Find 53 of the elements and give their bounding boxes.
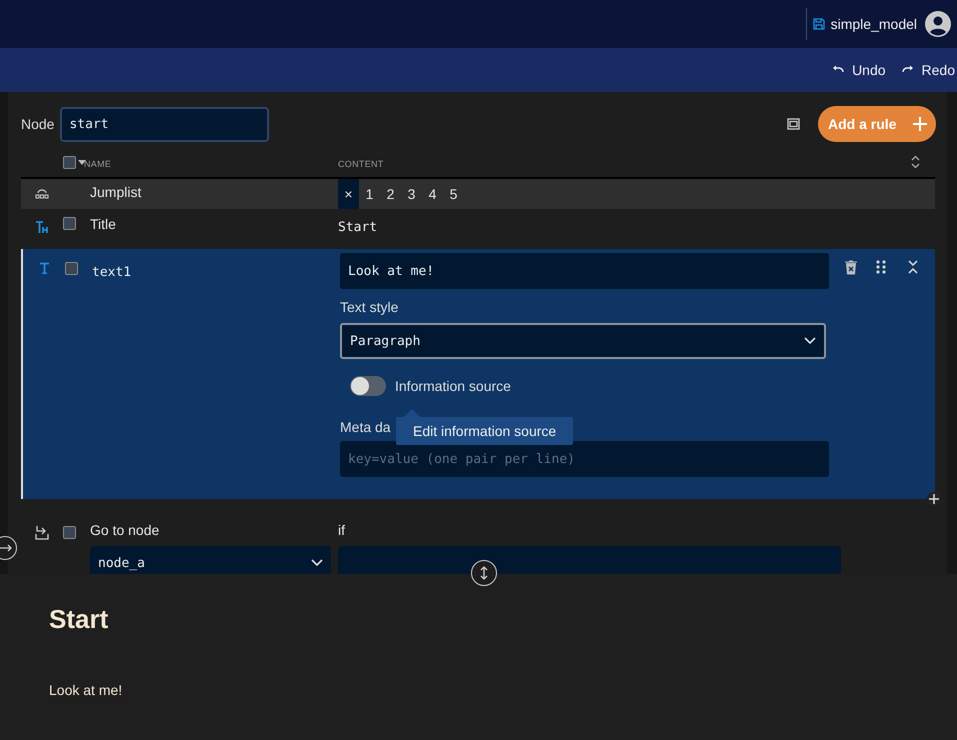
text-field[interactable]: Look at me! bbox=[340, 253, 829, 289]
text-icon bbox=[38, 262, 50, 274]
undo-button[interactable]: Undo bbox=[832, 62, 886, 78]
undo-icon bbox=[832, 65, 844, 75]
collapse-icon[interactable] bbox=[908, 260, 918, 275]
rule-checkbox[interactable] bbox=[63, 217, 76, 230]
style-select[interactable]: Paragraph bbox=[340, 323, 826, 359]
preview-paragraph: Look at me! bbox=[49, 682, 124, 698]
rule-checkbox[interactable] bbox=[63, 526, 76, 539]
jump-icon bbox=[34, 525, 50, 541]
chevron-down-icon bbox=[804, 337, 816, 345]
jump-link[interactable]: 1 bbox=[359, 179, 380, 209]
tooltip-pointer bbox=[404, 409, 420, 417]
jump-link[interactable]: 2 bbox=[380, 179, 401, 209]
heading-icon bbox=[35, 220, 49, 234]
toggle-switch[interactable] bbox=[350, 376, 386, 396]
rule-name: Go to node bbox=[90, 522, 160, 538]
jumplist-icon bbox=[35, 189, 49, 199]
rule-content: Start bbox=[338, 220, 378, 235]
condition-label: if bbox=[338, 522, 345, 538]
meta-data-field[interactable]: key=value (one pair per line) bbox=[340, 441, 829, 477]
node-label: Node bbox=[21, 116, 54, 132]
select-all-checkbox[interactable] bbox=[63, 156, 76, 169]
rule-name: Jumplist bbox=[90, 184, 142, 200]
user-avatar-icon[interactable] bbox=[925, 11, 951, 37]
preview-title: Start bbox=[49, 604, 110, 635]
save-icon bbox=[812, 18, 825, 30]
file-name: simple_model bbox=[830, 16, 917, 32]
rule-name: Title bbox=[90, 216, 117, 232]
toggle-label: Information source bbox=[395, 378, 511, 394]
jump-link[interactable]: 4 bbox=[422, 179, 443, 209]
redo-icon bbox=[902, 65, 914, 75]
sort-icon[interactable] bbox=[911, 155, 920, 169]
clear-button[interactable]: × bbox=[338, 179, 359, 209]
column-header: NAME bbox=[84, 159, 112, 169]
node-select[interactable]: node_a bbox=[90, 546, 331, 574]
jump-link[interactable]: 5 bbox=[443, 179, 464, 209]
rule-checkbox[interactable] bbox=[65, 262, 78, 275]
field-label: Meta da bbox=[340, 419, 391, 435]
window-icon[interactable] bbox=[787, 118, 800, 130]
field-label: Text style bbox=[340, 299, 400, 315]
caret-icon[interactable] bbox=[78, 160, 86, 165]
add-icon[interactable] bbox=[927, 492, 941, 506]
drag-handle-icon[interactable] bbox=[876, 260, 886, 275]
jump-link[interactable]: 3 bbox=[401, 179, 422, 209]
chevron-down-icon bbox=[311, 559, 323, 567]
rule-name: text1 bbox=[92, 265, 132, 280]
node-field[interactable]: start bbox=[60, 106, 270, 142]
plus-icon bbox=[912, 116, 928, 132]
delete-icon[interactable] bbox=[844, 260, 858, 275]
column-header: CONTENT bbox=[338, 159, 385, 169]
redo-button[interactable]: Redo bbox=[902, 62, 955, 78]
condition-field[interactable] bbox=[338, 546, 841, 574]
